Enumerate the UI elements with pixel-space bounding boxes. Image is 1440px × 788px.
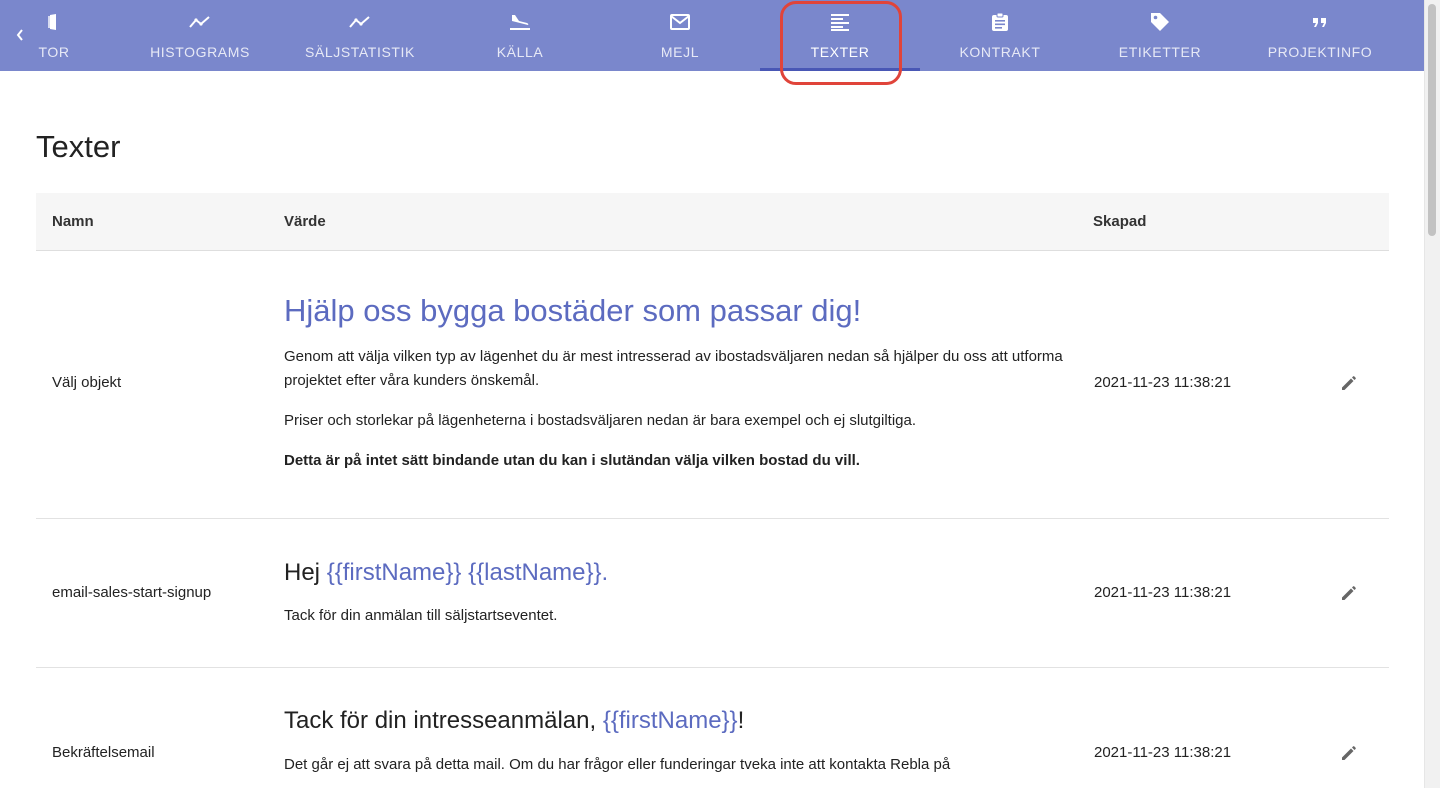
row-created: 2021-11-23 11:38:21 xyxy=(1094,744,1232,761)
top-navigation: TOR HISTOGRAMS SÄLJSTATISTIK KÄLLA MEJL … xyxy=(0,0,1424,71)
mail-icon xyxy=(669,11,691,33)
row-name: email-sales-start-signup xyxy=(52,584,212,601)
value-heading: Hjälp oss bygga bostäder som passar dig! xyxy=(284,293,862,328)
column-header-created: Skapad xyxy=(1093,213,1147,230)
flight-land-icon xyxy=(509,11,531,33)
row-value: Hej {{firstName}} {{lastName}}. Tack för… xyxy=(284,558,1064,628)
table-row: email-sales-start-signup Hej {{firstName… xyxy=(36,519,1389,668)
tab-kalla[interactable]: KÄLLA xyxy=(440,0,600,71)
table-row: Bekräftelsemail Tack för din intresseanm… xyxy=(36,668,1389,788)
clipboard-icon xyxy=(989,11,1011,33)
row-value: Hjälp oss bygga bostäder som passar dig!… xyxy=(284,292,1064,473)
tab-texter-label: TEXTER xyxy=(810,44,870,60)
row-value: Tack för din intresseanmälan, {{firstNam… xyxy=(284,706,1064,777)
edit-button[interactable] xyxy=(1337,741,1361,765)
column-header-name: Namn xyxy=(52,213,94,230)
door-icon xyxy=(42,11,64,33)
value-paragraph: Tack för din anmälan till säljstartseven… xyxy=(284,607,558,624)
pencil-icon xyxy=(1342,376,1356,390)
tab-histograms[interactable]: HISTOGRAMS xyxy=(120,0,280,71)
tab-kalla-label: KÄLLA xyxy=(496,44,544,60)
value-paragraph: Genom att välja vilken typ av lägenhet d… xyxy=(284,348,1063,389)
vertical-scrollbar-thumb[interactable] xyxy=(1428,4,1436,236)
tab-projektinfo-label: PROJEKTINFO xyxy=(1267,44,1373,60)
row-created: 2021-11-23 11:38:21 xyxy=(1094,374,1232,391)
tab-histograms-label: HISTOGRAMS xyxy=(150,44,250,60)
trend-line-icon xyxy=(349,11,371,33)
tab-mejl[interactable]: MEJL xyxy=(600,0,760,71)
value-heading: Hej {{firstName}} {{lastName}}. xyxy=(284,558,1064,588)
value-paragraph-bold: Detta är på intet sätt bindande utan du … xyxy=(284,452,860,469)
table-row: Välj objekt Hjälp oss bygga bostäder som… xyxy=(36,251,1389,519)
value-paragraph: Det går ej att svara på detta mail. Om d… xyxy=(284,756,951,773)
column-header-value: Värde xyxy=(284,213,326,230)
heading-text: Hej xyxy=(284,559,327,586)
row-name: Bekräftelsemail xyxy=(52,744,155,761)
tab-kontrakt-label: KONTRAKT xyxy=(959,44,1041,60)
tag-icon xyxy=(1149,11,1171,33)
trend-line-icon xyxy=(189,11,211,33)
heading-punctuation: ! xyxy=(737,707,745,734)
quote-icon xyxy=(1309,11,1331,33)
active-tab-indicator xyxy=(760,68,920,71)
heading-punctuation: . xyxy=(601,559,609,586)
pencil-icon xyxy=(1342,746,1356,760)
value-heading: Tack för din intresseanmälan, {{firstNam… xyxy=(284,706,1064,736)
tab-etiketter[interactable]: ETIKETTER xyxy=(1080,0,1240,71)
tab-texter[interactable]: TEXTER xyxy=(760,0,920,71)
tab-projektinfo[interactable]: PROJEKTINFO xyxy=(1240,0,1400,71)
text-lines-icon xyxy=(829,11,851,33)
row-name: Välj objekt xyxy=(52,374,122,391)
edit-button[interactable] xyxy=(1337,371,1361,395)
table-header: Namn Värde Skapad xyxy=(36,193,1389,251)
edit-button[interactable] xyxy=(1337,581,1361,605)
tab-kontrakt[interactable]: KONTRAKT xyxy=(920,0,1080,71)
page-title: Texter xyxy=(36,129,121,164)
value-paragraph: Priser och storlekar på lägenheterna i b… xyxy=(284,412,917,429)
heading-text: Tack för din intresseanmälan, xyxy=(284,707,603,734)
pencil-icon xyxy=(1342,586,1356,600)
tab-mejl-label: MEJL xyxy=(660,44,700,60)
tab-tor[interactable]: TOR xyxy=(14,0,94,71)
tab-tor-label: TOR xyxy=(38,44,70,60)
tab-saljstatistik[interactable]: SÄLJSTATISTIK xyxy=(280,0,440,71)
tab-etiketter-label: ETIKETTER xyxy=(1118,44,1202,60)
row-created: 2021-11-23 11:38:21 xyxy=(1094,584,1232,601)
tab-saljstatistik-label: SÄLJSTATISTIK xyxy=(305,44,415,60)
template-variable: {{firstName}} xyxy=(326,559,462,586)
template-variable: {{lastName}} xyxy=(468,559,602,586)
template-variable: {{firstName}} xyxy=(602,707,738,734)
